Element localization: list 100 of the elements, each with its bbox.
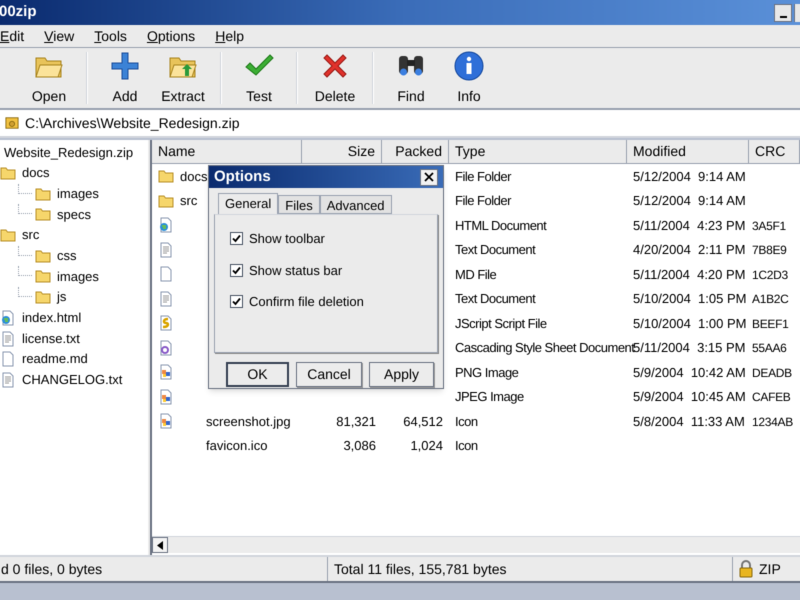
column-header[interactable]: CRC [749, 140, 800, 164]
type-cell: File Folder [455, 193, 511, 208]
checkbox-label: Show toolbar [249, 230, 325, 248]
close-icon [424, 172, 434, 182]
size-cell: 81,321 [336, 414, 376, 428]
type-cell: PNG Image [455, 364, 518, 380]
checkbox[interactable] [230, 264, 243, 277]
tree-item[interactable]: CHANGELOG.txt [22, 370, 122, 390]
modified-cell: 5/11/2004 3:15 PM [633, 340, 746, 355]
menu-item[interactable]: Edit [0, 26, 24, 46]
file-name[interactable]: docs [180, 166, 208, 186]
archive-icon [5, 116, 19, 130]
type-cell: Icon [455, 414, 478, 428]
folder-icon [35, 248, 51, 264]
checkbox-label: Confirm file deletion [249, 293, 364, 311]
crc-cell: 55AA6 [752, 341, 787, 355]
crc-cell: 1234AB [752, 414, 793, 428]
column-header[interactable]: Name [152, 140, 302, 164]
type-cell: Icon [455, 438, 478, 453]
modified-cell: 5/8/2004 11:33 AM [633, 414, 745, 428]
text-file-icon [158, 290, 174, 307]
left-arrow-icon [157, 540, 163, 550]
dialog-title: Options [214, 166, 271, 187]
checkbox[interactable] [230, 232, 243, 246]
tree-item[interactable]: docs [22, 163, 50, 183]
type-cell: Text Document [455, 242, 536, 257]
minimize-button[interactable] [774, 4, 792, 22]
crc-cell: 1C2D3 [752, 268, 788, 282]
maximize-button[interactable] [794, 4, 800, 22]
type-cell: Cascading Style Sheet Document [455, 340, 634, 355]
menu-item[interactable]: Tools [94, 26, 127, 46]
folder-icon [35, 268, 51, 284]
horizontal-scrollbar[interactable] [152, 536, 800, 553]
crc-cell: 3A5F1 [752, 218, 786, 232]
folder-icon [0, 165, 16, 182]
text-file-icon [158, 242, 174, 258]
toolbar-button[interactable]: Info [443, 50, 495, 106]
file-icon [158, 266, 174, 282]
modified-cell: 5/11/2004 4:20 PM [633, 266, 746, 282]
gear-file-icon [158, 340, 174, 356]
column-header[interactable]: Packed [382, 140, 449, 164]
dialog-tab[interactable]: Files [278, 195, 320, 214]
status-text: Total 11 files, 155,781 bytes [334, 560, 507, 579]
modified-cell: 5/11/2004 4:23 PM [633, 218, 746, 232]
padlock-icon [739, 560, 753, 578]
packed-cell: 64,512 [403, 414, 443, 428]
folder-icon [35, 289, 51, 306]
menu-item[interactable]: View [44, 26, 74, 46]
toolbar-button[interactable]: Add [99, 50, 151, 106]
tree-item[interactable]: license.txt [22, 328, 80, 348]
web-page-icon [158, 217, 174, 234]
menu-item[interactable]: Help [215, 26, 244, 46]
toolbar-button[interactable]: Open [23, 50, 75, 106]
dialog-tab[interactable]: Advanced [320, 195, 392, 214]
tree-item[interactable]: css [57, 246, 76, 266]
toolbar-button[interactable]: Extract [157, 50, 209, 106]
file-name[interactable]: src [180, 191, 198, 210]
crc-cell: CAFEB [752, 390, 791, 404]
crc-cell: BEEF1 [752, 316, 789, 330]
toolbar-button[interactable]: Delete [309, 50, 361, 106]
tree-item[interactable]: readme.md [22, 349, 88, 369]
folder-icon [35, 186, 51, 202]
dialog-button[interactable]: Apply [369, 362, 434, 387]
crc-cell: 7B8E9 [752, 243, 787, 257]
toolbar-button[interactable]: Find [385, 50, 437, 106]
tree-item[interactable]: images [57, 184, 99, 204]
column-header[interactable]: Modified [627, 140, 749, 164]
column-header[interactable]: Size [302, 140, 382, 164]
dialog-button[interactable]: OK [226, 362, 289, 387]
folder-icon [158, 192, 174, 209]
dialog-button[interactable]: Cancel [296, 362, 362, 387]
modified-cell: 4/20/2004 2:11 PM [633, 242, 746, 257]
dialog-tab[interactable]: General [218, 193, 278, 214]
tree-item[interactable]: Website_Redesign.zip [4, 142, 134, 162]
toolbar-button[interactable]: Test [233, 50, 285, 106]
checkbox-label: Show status bar [249, 262, 342, 280]
minimize-icon [780, 16, 786, 18]
tree-item[interactable]: images [57, 266, 99, 286]
modified-cell: 5/10/2004 1:00 PM [633, 316, 746, 330]
type-cell: MD File [455, 266, 496, 282]
tree-item[interactable]: index.html [22, 308, 82, 328]
column-header[interactable]: Type [449, 140, 627, 164]
tree-item[interactable]: js [57, 287, 66, 307]
close-button[interactable] [420, 168, 438, 186]
packed-cell: 1,024 [410, 438, 443, 453]
size-cell: 3,086 [343, 438, 376, 453]
script-file-icon [158, 315, 174, 332]
tree-item[interactable]: src [22, 225, 40, 245]
modified-cell: 5/9/2004 10:42 AM [633, 364, 746, 380]
file-name[interactable]: screenshot.jpg [206, 412, 291, 431]
tree-item[interactable]: specs [57, 204, 91, 224]
checkbox[interactable] [230, 295, 243, 308]
menu-item[interactable]: Options [146, 26, 196, 46]
type-cell: File Folder [455, 168, 511, 184]
crc-cell: A1B2C [752, 292, 789, 306]
plus-icon [109, 50, 141, 82]
file-name[interactable]: favicon.ico [206, 436, 268, 456]
modified-cell: 5/12/2004 9:14 AM [633, 193, 746, 208]
info-icon [453, 50, 485, 82]
type-cell: JScript Script File [455, 316, 547, 330]
